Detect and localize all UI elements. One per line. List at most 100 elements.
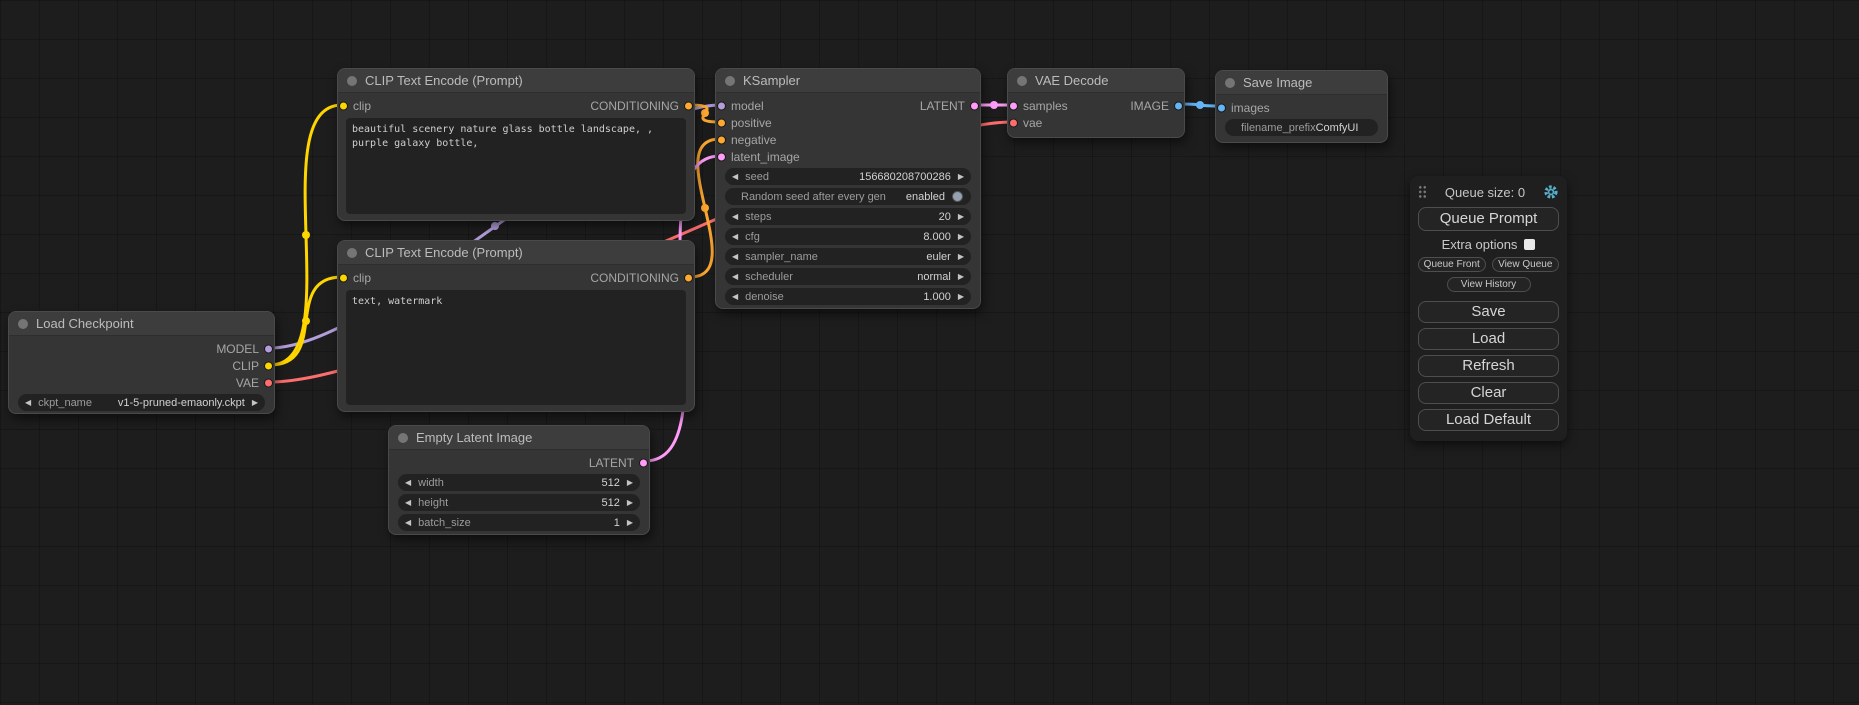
view-queue-button[interactable]: View Queue [1492, 257, 1560, 272]
clip-input-port[interactable] [339, 273, 348, 282]
stepper-left-icon[interactable]: ◀ [405, 499, 411, 507]
node-clip-text-encode-positive[interactable]: CLIP Text Encode (Prompt) clip CONDITION… [337, 68, 695, 221]
node-clip-text-encode-negative[interactable]: CLIP Text Encode (Prompt) clip CONDITION… [337, 240, 695, 412]
settings-gear-icon[interactable] [1543, 184, 1559, 200]
collapse-dot-icon[interactable] [347, 248, 357, 258]
stepper-right-icon[interactable]: ▶ [958, 213, 964, 221]
load-default-button[interactable]: Load Default [1418, 409, 1559, 431]
output-row-vae: VAE [9, 374, 274, 391]
history-row: View History [1418, 277, 1559, 292]
load-button[interactable]: Load [1418, 328, 1559, 350]
node-load-checkpoint[interactable]: Load Checkpoint MODEL CLIP VAE ◀ ckpt_na… [8, 311, 275, 414]
refresh-button[interactable]: Refresh [1418, 355, 1559, 377]
stepper-left-icon[interactable]: ◀ [732, 213, 738, 221]
queue-front-button[interactable]: Queue Front [1418, 257, 1486, 272]
widget-value: 1 [614, 517, 620, 529]
link-midpoint-dot [990, 101, 998, 109]
collapse-dot-icon[interactable] [1017, 76, 1027, 86]
collapse-dot-icon[interactable] [725, 76, 735, 86]
collapse-dot-icon[interactable] [347, 76, 357, 86]
images-input-port[interactable] [1217, 103, 1226, 112]
sampler-name-widget[interactable]: ◀ sampler_name euler ▶ [725, 248, 971, 265]
stepper-left-icon[interactable]: ◀ [405, 519, 411, 527]
cfg-widget[interactable]: ◀ cfg 8.000 ▶ [725, 228, 971, 245]
positive-prompt-textarea[interactable]: beautiful scenery nature glass bottle la… [346, 118, 686, 214]
node-title-bar[interactable]: VAE Decode [1008, 69, 1184, 93]
collapse-dot-icon[interactable] [18, 319, 28, 329]
clip-input-port[interactable] [339, 101, 348, 110]
latent-output-port[interactable] [970, 101, 979, 110]
port-row: model LATENT [716, 97, 980, 114]
collapse-dot-icon[interactable] [1225, 78, 1235, 88]
stepper-right-icon[interactable]: ▶ [958, 233, 964, 241]
widget-value: normal [917, 271, 951, 283]
port-label: images [1231, 101, 1270, 115]
node-vae-decode[interactable]: VAE Decode samples IMAGE vae [1007, 68, 1185, 138]
conditioning-output-port[interactable] [684, 273, 693, 282]
conditioning-output-port[interactable] [684, 101, 693, 110]
stepper-left-icon[interactable]: ◀ [732, 253, 738, 261]
node-title: Save Image [1243, 75, 1312, 90]
node-title-bar[interactable]: CLIP Text Encode (Prompt) [338, 241, 694, 265]
collapse-dot-icon[interactable] [398, 433, 408, 443]
toggle-knob-icon[interactable] [952, 191, 963, 202]
node-title-bar[interactable]: CLIP Text Encode (Prompt) [338, 69, 694, 93]
denoise-widget[interactable]: ◀ denoise 1.000 ▶ [725, 288, 971, 305]
clear-button[interactable]: Clear [1418, 382, 1559, 404]
negative-prompt-textarea[interactable]: text, watermark [346, 290, 686, 405]
filename-prefix-widget[interactable]: filename_prefix ComfyUI [1225, 119, 1378, 136]
stepper-left-icon[interactable]: ◀ [732, 173, 738, 181]
view-history-button[interactable]: View History [1447, 277, 1531, 292]
model-output-port[interactable] [264, 344, 273, 353]
stepper-left-icon[interactable]: ◀ [25, 399, 31, 407]
height-widget[interactable]: ◀ height 512 ▶ [398, 494, 640, 511]
vae-output-port[interactable] [264, 378, 273, 387]
stepper-right-icon[interactable]: ▶ [627, 499, 633, 507]
node-title-bar[interactable]: Load Checkpoint [9, 312, 274, 336]
widget-label: ckpt_name [38, 397, 92, 409]
stepper-left-icon[interactable]: ◀ [732, 293, 738, 301]
samples-input-port[interactable] [1009, 101, 1018, 110]
node-title-bar[interactable]: Empty Latent Image [389, 426, 649, 450]
stepper-right-icon[interactable]: ▶ [958, 173, 964, 181]
drag-handle-icon[interactable] [1418, 185, 1427, 199]
node-ksampler[interactable]: KSampler model LATENT positive negative … [715, 68, 981, 309]
extra-options-checkbox[interactable] [1524, 239, 1535, 250]
model-input-port[interactable] [717, 101, 726, 110]
width-widget[interactable]: ◀ width 512 ▶ [398, 474, 640, 491]
port-label: clip [353, 99, 371, 113]
vae-input-port[interactable] [1009, 118, 1018, 127]
clip-output-port[interactable] [264, 361, 273, 370]
seed-widget[interactable]: ◀ seed 156680208700286 ▶ [725, 168, 971, 185]
stepper-right-icon[interactable]: ▶ [627, 479, 633, 487]
random-seed-toggle-widget[interactable]: Random seed after every gen enabled [725, 188, 971, 205]
queue-size-label: Queue size: 0 [1445, 185, 1525, 200]
stepper-right-icon[interactable]: ▶ [958, 253, 964, 261]
scheduler-widget[interactable]: ◀ scheduler normal ▶ [725, 268, 971, 285]
port-label: LATENT [589, 456, 634, 470]
latent-output-port[interactable] [639, 458, 648, 467]
link-midpoint-dot [302, 317, 310, 325]
stepper-right-icon[interactable]: ▶ [958, 273, 964, 281]
steps-widget[interactable]: ◀ steps 20 ▶ [725, 208, 971, 225]
positive-input-port[interactable] [717, 118, 726, 127]
stepper-left-icon[interactable]: ◀ [405, 479, 411, 487]
save-button[interactable]: Save [1418, 301, 1559, 323]
negative-input-port[interactable] [717, 135, 726, 144]
ckpt-name-widget[interactable]: ◀ ckpt_name v1-5-pruned-emaonly.ckpt ▶ [18, 394, 265, 411]
node-title-bar[interactable]: KSampler [716, 69, 980, 93]
image-output-port[interactable] [1174, 101, 1183, 110]
widget-label: batch_size [418, 517, 471, 529]
stepper-left-icon[interactable]: ◀ [732, 273, 738, 281]
stepper-left-icon[interactable]: ◀ [732, 233, 738, 241]
batch-size-widget[interactable]: ◀ batch_size 1 ▶ [398, 514, 640, 531]
node-save-image[interactable]: Save Image images filename_prefix ComfyU… [1215, 70, 1388, 143]
stepper-right-icon[interactable]: ▶ [252, 399, 258, 407]
node-title-bar[interactable]: Save Image [1216, 71, 1387, 95]
latent-image-input-port[interactable] [717, 152, 726, 161]
stepper-right-icon[interactable]: ▶ [958, 293, 964, 301]
port-label: LATENT [920, 99, 965, 113]
queue-prompt-button[interactable]: Queue Prompt [1418, 207, 1559, 231]
stepper-right-icon[interactable]: ▶ [627, 519, 633, 527]
node-empty-latent-image[interactable]: Empty Latent Image LATENT ◀ width 512 ▶ … [388, 425, 650, 535]
